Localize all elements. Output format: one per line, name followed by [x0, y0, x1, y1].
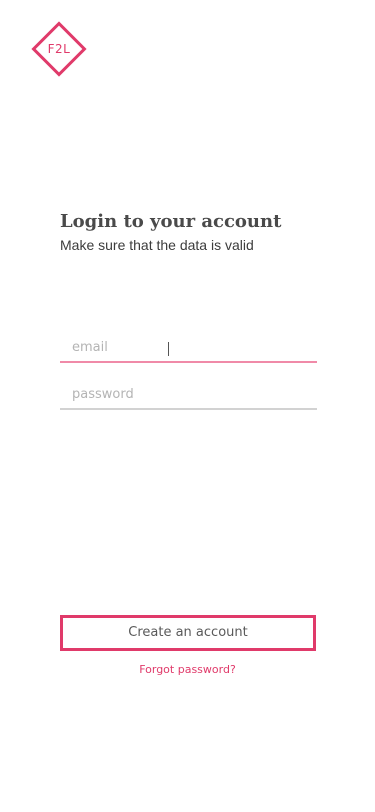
text-cursor: [168, 342, 169, 356]
page-subtitle: Make sure that the data is valid: [60, 237, 254, 253]
password-field[interactable]: [60, 385, 317, 410]
app-logo: F2L: [30, 20, 88, 78]
page-title: Login to your account: [60, 211, 282, 232]
logo-text: F2L: [47, 42, 71, 56]
email-field[interactable]: [60, 338, 317, 363]
forgot-password-link[interactable]: Forgot password?: [0, 663, 375, 676]
create-account-button[interactable]: Create an account: [60, 615, 316, 651]
email-field-wrapper: [60, 336, 317, 363]
password-field-wrapper: [60, 383, 317, 410]
